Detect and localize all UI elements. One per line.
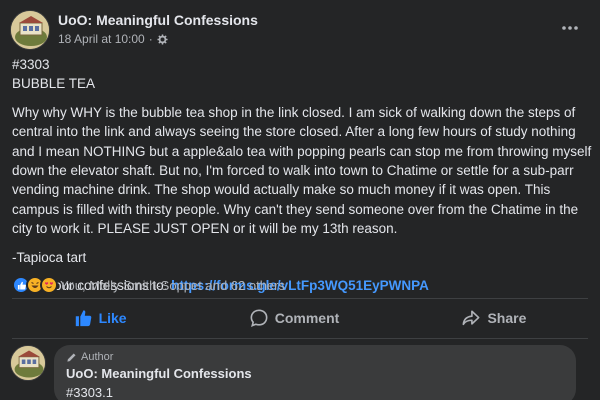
post-date[interactable]: 18 April at 10:00	[58, 32, 145, 46]
confession-number: #3303	[12, 57, 50, 72]
love-reaction-icon	[40, 276, 58, 294]
separator-dot: ·	[148, 32, 153, 46]
confession-title: BUBBLE TEA	[12, 76, 96, 92]
comment-icon	[250, 309, 268, 327]
reactions-bar[interactable]: You, Molly Smith-Soppet and 62 others	[12, 275, 285, 295]
page-logo-icon	[11, 346, 45, 380]
author-badge: Author	[66, 351, 564, 363]
page-logo-icon	[11, 11, 49, 49]
divider-bottom	[12, 338, 588, 339]
reactions-summary[interactable]: You, Molly Smith-Soppet and 62 others	[60, 278, 285, 293]
confession-text: Why why WHY is the bubble tea shop in th…	[12, 104, 596, 237]
share-button[interactable]: Share	[462, 309, 526, 327]
comment-button[interactable]: Comment	[250, 309, 340, 327]
divider-top	[12, 298, 588, 299]
post-header: UoO: Meaningful Confessions 18 April at …	[10, 10, 590, 50]
post-card: UoO: Meaningful Confessions 18 April at …	[0, 0, 600, 400]
commenter-name[interactable]: UoO: Meaningful Confessions	[66, 366, 564, 381]
comment-item: Author UoO: Meaningful Confessions #3303…	[10, 345, 590, 400]
pencil-icon	[67, 352, 76, 362]
comment-bubble: Author UoO: Meaningful Confessions #3303…	[54, 345, 576, 400]
post-body: #3303 BUBBLE TEA Why why WHY is the bubb…	[12, 55, 592, 295]
post-meta: 18 April at 10:00 ·	[58, 32, 168, 46]
thumbs-up-icon	[75, 310, 91, 327]
commenter-avatar[interactable]	[10, 345, 46, 381]
gear-icon	[157, 33, 168, 45]
action-bar: Like Comment Share	[12, 303, 588, 333]
comment-label: Comment	[274, 310, 340, 326]
like-button[interactable]: Like	[74, 309, 127, 327]
like-label: Like	[98, 310, 127, 326]
share-label: Share	[487, 310, 527, 326]
comment-text: #3303.1	[66, 385, 113, 400]
author-badge-label: Author	[81, 351, 114, 363]
confession-signature: -Tapioca tart	[12, 249, 87, 265]
reaction-icons	[12, 276, 58, 294]
page-avatar[interactable]	[10, 10, 50, 50]
more-options-icon[interactable]	[558, 18, 582, 38]
page-name[interactable]: UoO: Meaningful Confessions	[58, 12, 258, 28]
share-icon	[463, 310, 480, 326]
